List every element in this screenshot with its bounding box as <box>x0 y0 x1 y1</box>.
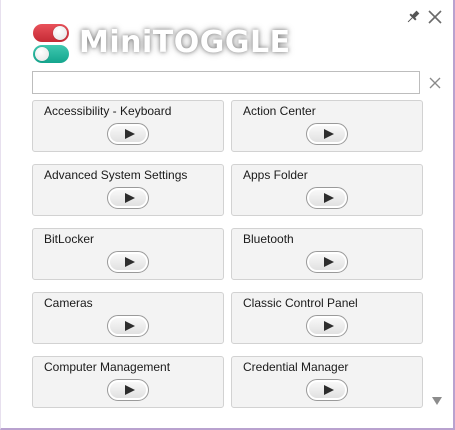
tile-label: Credential Manager <box>243 360 349 374</box>
play-button[interactable] <box>107 379 149 401</box>
search-input[interactable] <box>32 71 420 94</box>
tile-label: BitLocker <box>44 232 95 246</box>
play-icon <box>125 129 135 139</box>
tile-computer-management: Computer Management <box>32 356 224 408</box>
tile-bluetooth: Bluetooth <box>231 228 423 280</box>
tile-credential-manager: Credential Manager <box>231 356 423 408</box>
pin-icon[interactable] <box>405 9 421 25</box>
tile-cameras: Cameras <box>32 292 224 344</box>
tile-classic-control-panel: Classic Control Panel <box>231 292 423 344</box>
tile-label: Classic Control Panel <box>243 296 358 310</box>
app-title: MiniTOGGLE <box>79 25 291 60</box>
play-button[interactable] <box>306 187 348 209</box>
tile-label: Advanced System Settings <box>44 168 188 182</box>
toggle-on-icon <box>33 24 69 42</box>
clear-icon[interactable] <box>429 77 441 89</box>
tile-label: Computer Management <box>44 360 171 374</box>
play-button[interactable] <box>107 251 149 273</box>
toggle-off-icon <box>33 45 69 63</box>
app-logo <box>33 24 73 66</box>
play-icon <box>125 321 135 331</box>
tile-action-center: Action Center <box>231 100 423 152</box>
play-button[interactable] <box>107 187 149 209</box>
play-button[interactable] <box>306 315 348 337</box>
tile-advanced-system-settings: Advanced System Settings <box>32 164 224 216</box>
app-window: MiniTOGGLE Accessibility - Keyboard Acti… <box>0 0 455 430</box>
play-icon <box>125 193 135 203</box>
play-icon <box>324 257 334 267</box>
close-icon[interactable] <box>427 9 443 25</box>
play-button[interactable] <box>306 251 348 273</box>
play-icon <box>324 321 334 331</box>
play-icon <box>324 193 334 203</box>
tile-bitlocker: BitLocker <box>32 228 224 280</box>
tile-label: Action Center <box>243 104 316 118</box>
play-icon <box>125 257 135 267</box>
tile-apps-folder: Apps Folder <box>231 164 423 216</box>
play-button[interactable] <box>306 379 348 401</box>
tile-label: Bluetooth <box>243 232 294 246</box>
play-icon <box>324 129 334 139</box>
play-icon <box>125 385 135 395</box>
play-button[interactable] <box>107 123 149 145</box>
play-icon <box>324 385 334 395</box>
tile-label: Accessibility - Keyboard <box>44 104 172 118</box>
chevron-down-icon[interactable] <box>432 397 442 405</box>
tile-label: Cameras <box>44 296 93 310</box>
tile-accessibility-keyboard: Accessibility - Keyboard <box>32 100 224 152</box>
tile-label: Apps Folder <box>243 168 308 182</box>
play-button[interactable] <box>107 315 149 337</box>
play-button[interactable] <box>306 123 348 145</box>
